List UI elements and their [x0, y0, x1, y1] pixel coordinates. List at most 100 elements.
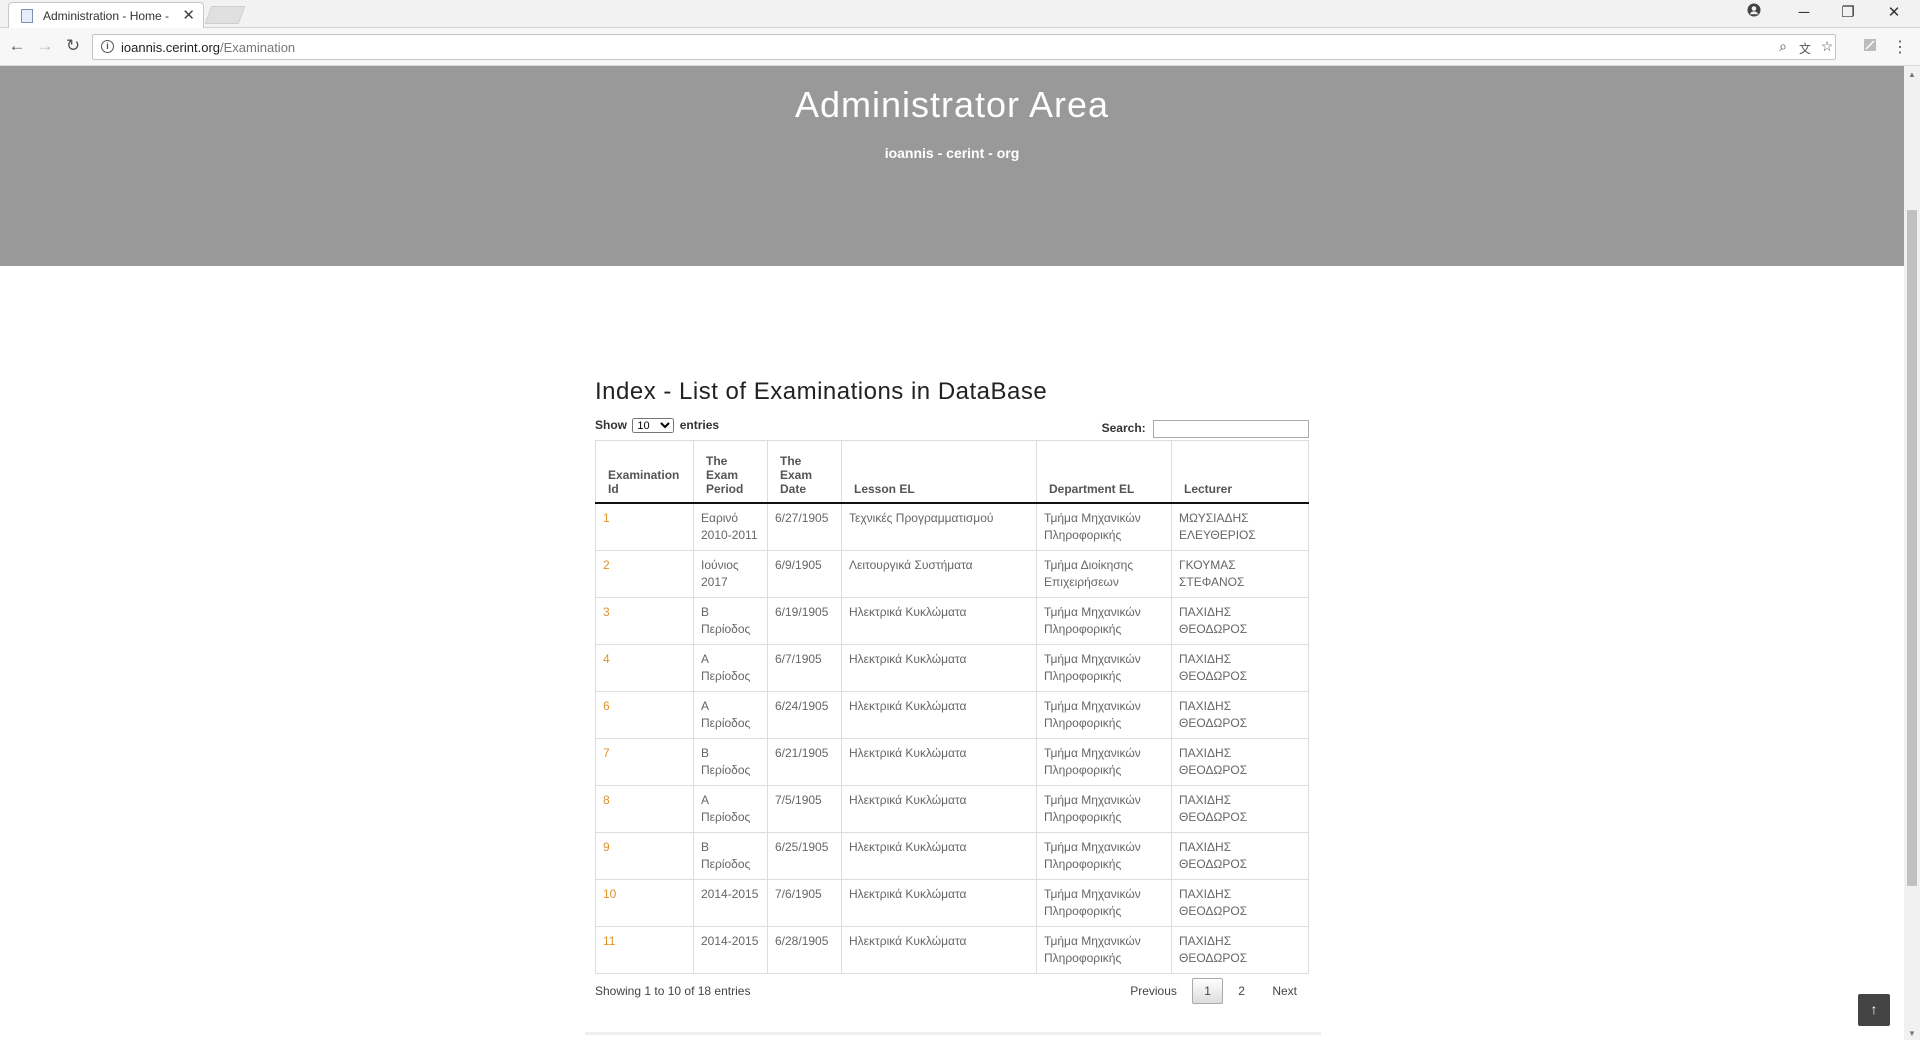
tab-close-icon[interactable]: ✕ [182, 6, 195, 24]
scroll-up-icon[interactable]: ▲ [1908, 70, 1916, 79]
window-close-icon[interactable]: ✕ [1874, 2, 1914, 24]
minimize-icon[interactable]: ─ [1784, 2, 1824, 24]
examination-id-link[interactable]: 8 [603, 793, 610, 807]
cell-date: 6/9/1905 [767, 549, 842, 598]
new-tab-button[interactable] [204, 6, 246, 24]
table-row: 6 Α Περίοδος 6/24/1905 Ηλεκτρικά Κυκλώματα Τ… [595, 690, 1309, 739]
cell-lesson: Ηλεκτρικά Κυκλώματα [841, 643, 1037, 692]
table-row: 3 Β Περίοδος 6/19/1905 Ηλεκτρικά Κυκλώματα Τ… [595, 596, 1309, 645]
examination-id-link[interactable]: 2 [603, 558, 610, 572]
cell-id: 11 [595, 925, 694, 974]
examination-id-link[interactable]: 4 [603, 652, 610, 666]
cell-lecturer: ΠΑΧΙΔΗΣ ΘΕΟΔΩΡΟΣ [1171, 925, 1309, 974]
address-bar[interactable]: i ioannis.cerint.org/Examination ⌕ 文 ☆ [92, 34, 1836, 60]
cell-id: 1 [595, 502, 694, 551]
cell-id: 4 [595, 643, 694, 692]
column-header-department[interactable]: Department EL [1036, 440, 1172, 504]
cell-id: 9 [595, 831, 694, 880]
cell-period: Εαρινό 2010-2011 [693, 502, 768, 551]
site-info-icon[interactable]: i [101, 40, 114, 53]
translate-icon[interactable]: 文 [1795, 40, 1815, 57]
table-row: 2 Ιούνιος 2017 6/9/1905 Λειτουργικά Συστήμα… [595, 549, 1309, 598]
cell-date: 7/6/1905 [767, 878, 842, 927]
cell-department: Τμήμα Μηχανικών Πληροφορικής [1036, 502, 1172, 551]
url-host: ioannis.cerint.org [121, 40, 220, 55]
cell-lesson: Ηλεκτρικά Κυκλώματα [841, 784, 1037, 833]
cell-department: Τμήμα Μηχανικών Πληροφορικής [1036, 643, 1172, 692]
cell-lesson: Ηλεκτρικά Κυκλώματα [841, 925, 1037, 974]
scroll-to-top-button[interactable]: ↑ [1858, 994, 1890, 1026]
page-scrollbar[interactable]: ▲ ▼ [1904, 66, 1920, 1040]
table-row: 7 Β Περίοδος 6/21/1905 Ηλεκτρικά Κυκλώματα Τ… [595, 737, 1309, 786]
column-header-date[interactable]: The Exam Date [767, 440, 842, 504]
examination-id-link[interactable]: 9 [603, 840, 610, 854]
cell-lecturer: ΓΚΟΥΜΑΣ ΣΤΕΦΑΝΟΣ [1171, 549, 1309, 598]
cell-lecturer: ΠΑΧΙΔΗΣ ΘΕΟΔΩΡΟΣ [1171, 737, 1309, 786]
cell-lesson: Λειτουργικά Συστήματα [841, 549, 1037, 598]
column-header-id[interactable]: Examination Id [595, 440, 694, 504]
pagination: Previous 1 2 Next [1118, 977, 1309, 1004]
examination-id-link[interactable]: 3 [603, 605, 610, 619]
show-label: Show [595, 418, 627, 432]
page-title: Index - List of Examinations in DataBase [595, 378, 1048, 405]
cell-date: 6/25/1905 [767, 831, 842, 880]
table-row: 1 Εαρινό 2010-2011 6/27/1905 Τεχνικές Προγρ… [595, 502, 1309, 551]
browser-tab[interactable]: Administration - Home - ✕ [8, 2, 204, 28]
table-row: 4 Α Περίοδος 6/7/1905 Ηλεκτρικά Κυκλώματα Τμ… [595, 643, 1309, 692]
menu-icon[interactable]: ⋮ [1892, 37, 1908, 57]
cell-period: 2014-2015 [693, 878, 768, 927]
pagination-page-1[interactable]: 1 [1192, 977, 1223, 1004]
search-input[interactable] [1153, 420, 1309, 438]
scroll-down-icon[interactable]: ▼ [1908, 1029, 1916, 1038]
table-row: 10 2014-2015 7/6/1905 Ηλεκτρικά Κυκλώματα Τμ… [595, 878, 1309, 927]
url-text[interactable]: ioannis.cerint.org/Examination [121, 40, 295, 55]
restore-icon[interactable]: ❐ [1828, 2, 1868, 24]
examinations-table: Examination Id The Exam Period The Exam … [595, 440, 1309, 974]
back-icon[interactable]: ← [6, 36, 28, 56]
hero-banner: Administrator Area ioannis - cerint - or… [0, 66, 1904, 266]
cell-id: 8 [595, 784, 694, 833]
cell-period: Β Περίοδος [693, 737, 768, 786]
page-favicon-icon [21, 9, 33, 23]
cell-department: Τμήμα Μηχανικών Πληροφορικής [1036, 831, 1172, 880]
star-icon[interactable]: ☆ [1817, 38, 1837, 55]
examination-id-link[interactable]: 11 [603, 934, 615, 948]
table-info: Showing 1 to 10 of 18 entries [595, 983, 751, 998]
cell-id: 7 [595, 737, 694, 786]
table-header-row: Examination Id The Exam Period The Exam … [595, 440, 1309, 504]
cell-date: 6/21/1905 [767, 737, 842, 786]
cell-period: Β Περίοδος [693, 596, 768, 645]
pagination-page-2[interactable]: 2 [1226, 978, 1257, 1004]
cell-lesson: Ηλεκτρικά Κυκλώματα [841, 596, 1037, 645]
table-footer: Showing 1 to 10 of 18 entries Previous 1… [595, 974, 1309, 1010]
examination-id-link[interactable]: 10 [603, 887, 616, 901]
zoom-icon[interactable]: ⌕ [1773, 38, 1793, 55]
cell-department: Τμήμα Διοίκησης Επιχειρήσεων [1036, 549, 1172, 598]
cell-department: Τμήμα Μηχανικών Πληροφορικής [1036, 737, 1172, 786]
reload-icon[interactable]: ↻ [62, 36, 84, 56]
entries-label: entries [679, 418, 720, 432]
page-length-select[interactable]: 10 [632, 418, 675, 433]
cell-date: 7/5/1905 [767, 784, 842, 833]
scrollbar-thumb[interactable] [1907, 210, 1917, 886]
cell-lecturer: ΠΑΧΙΔΗΣ ΘΕΟΔΩΡΟΣ [1171, 831, 1309, 880]
table-row: 8 Α Περίοδος 7/5/1905 Ηλεκτρικά Κυκλώματα Τμ… [595, 784, 1309, 833]
examination-id-link[interactable]: 7 [603, 746, 610, 760]
account-icon[interactable] [1734, 2, 1774, 24]
column-header-period[interactable]: The Exam Period [693, 440, 768, 504]
column-header-lecturer[interactable]: Lecturer [1171, 440, 1309, 504]
examination-id-link[interactable]: 1 [603, 511, 610, 525]
table-row: 9 Β Περίοδος 6/25/1905 Ηλεκτρικά Κυκλώματα Τ… [595, 831, 1309, 880]
cell-department: Τμήμα Μηχανικών Πληροφορικής [1036, 690, 1172, 739]
column-header-lesson[interactable]: Lesson EL [841, 440, 1037, 504]
pagination-next[interactable]: Next [1260, 978, 1309, 1004]
examination-id-link[interactable]: 6 [603, 699, 610, 713]
cell-lesson: Ηλεκτρικά Κυκλώματα [841, 878, 1037, 927]
pagination-previous[interactable]: Previous [1118, 978, 1189, 1004]
browser-tabbar: Administration - Home - ✕ ─ ❐ ✕ [0, 0, 1920, 28]
extension-icon[interactable] [1860, 38, 1880, 55]
forward-icon[interactable]: → [34, 36, 56, 56]
cell-department: Τμήμα Μηχανικών Πληροφορικής [1036, 925, 1172, 974]
cell-id: 10 [595, 878, 694, 927]
cell-date: 6/19/1905 [767, 596, 842, 645]
